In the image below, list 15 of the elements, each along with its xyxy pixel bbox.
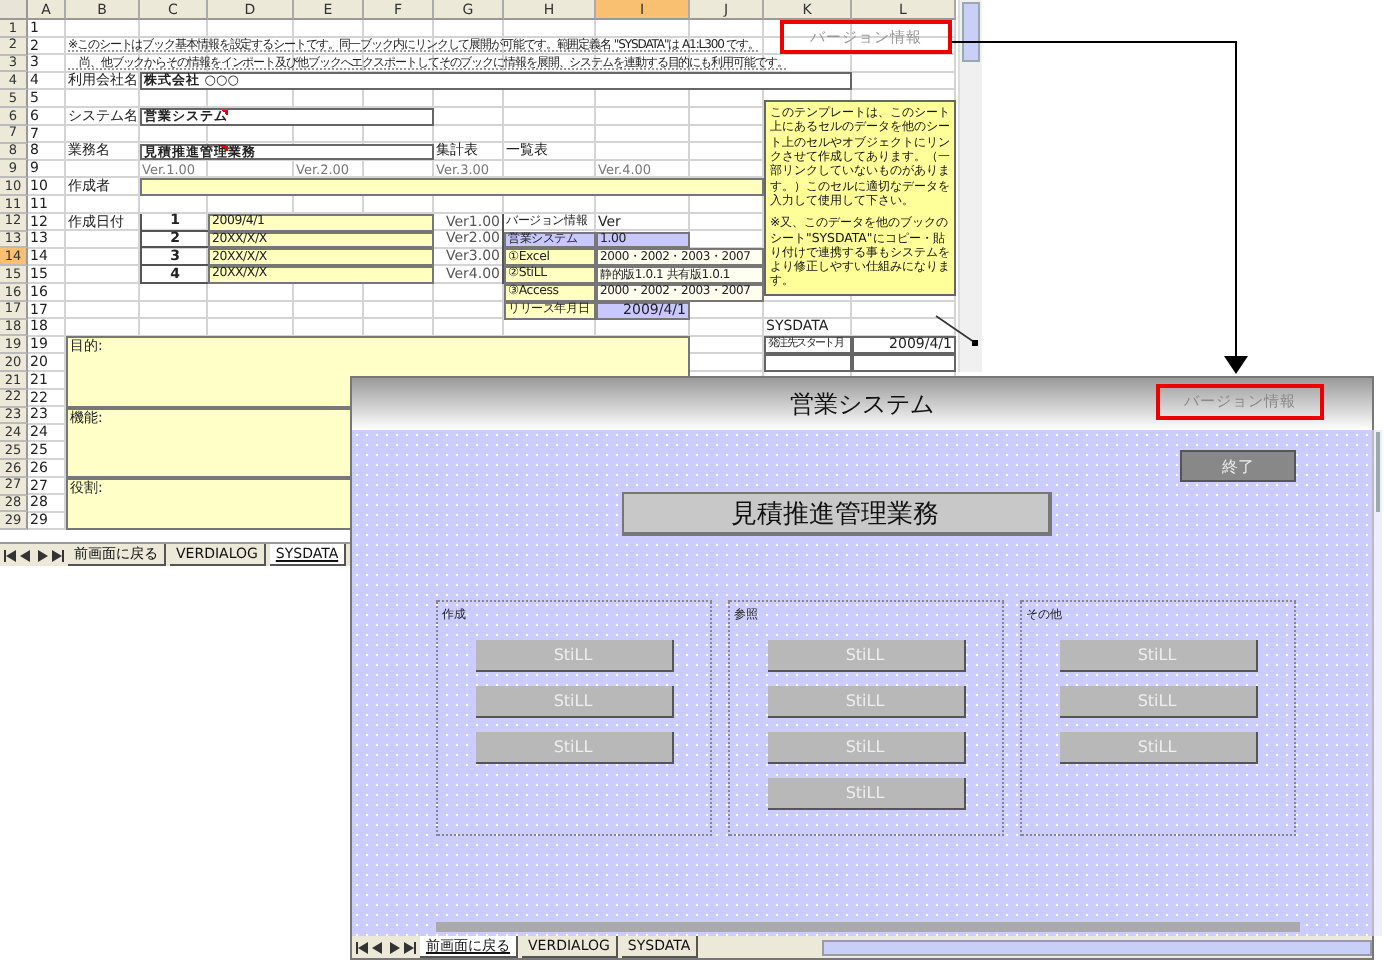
table-cell [764, 354, 852, 372]
vertical-scrollbar[interactable] [1372, 430, 1382, 936]
vertical-scrollbar[interactable] [958, 0, 982, 372]
nav-first-icon[interactable] [4, 549, 16, 561]
nav-last-icon[interactable] [404, 941, 416, 953]
nav-last-icon[interactable] [52, 549, 64, 561]
nav-next-icon[interactable] [36, 549, 48, 561]
horizontal-scrollbar[interactable] [822, 939, 1372, 955]
main-button[interactable]: 見積推進管理業務 [621, 492, 1051, 536]
nav-first-icon[interactable] [356, 941, 368, 953]
window-title: 営業システム [790, 387, 934, 421]
nav-next-icon[interactable] [388, 941, 400, 953]
nav-prev-icon[interactable] [20, 549, 32, 561]
table-cell [852, 354, 956, 372]
nav-prev-icon[interactable] [372, 941, 384, 953]
